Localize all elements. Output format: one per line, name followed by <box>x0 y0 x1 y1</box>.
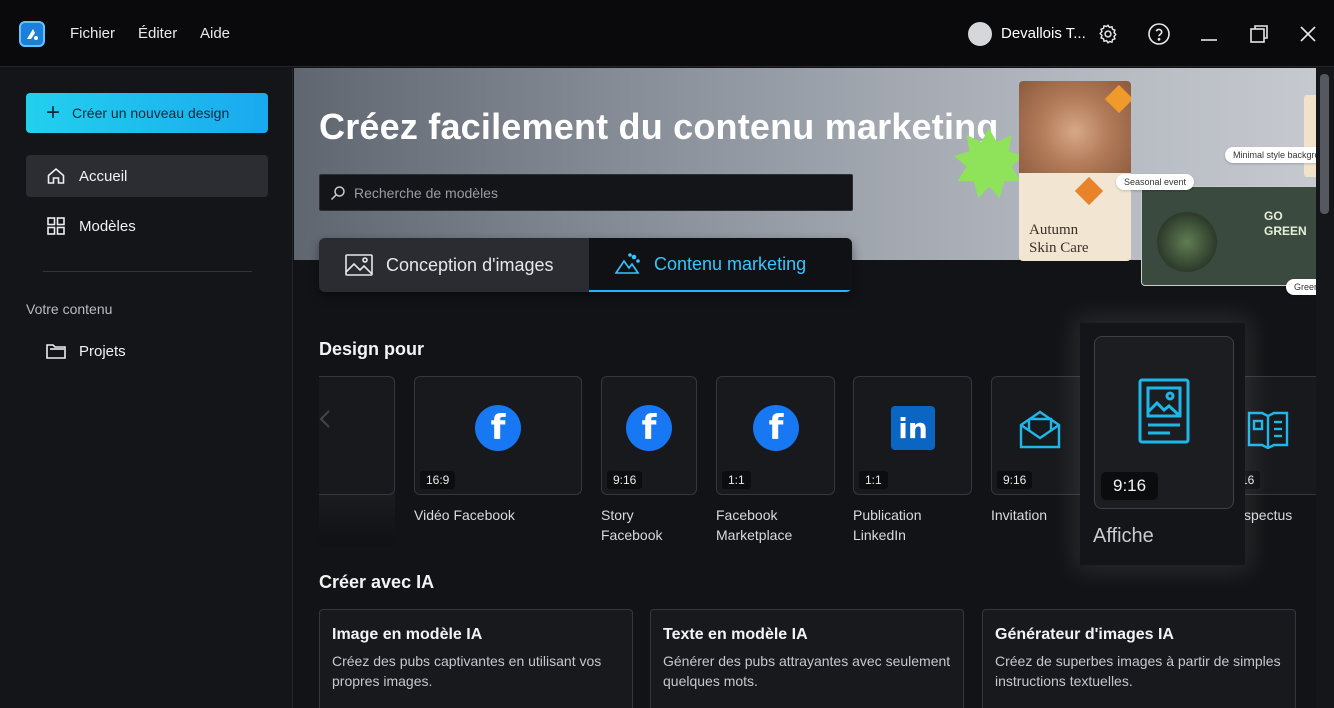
design-card-label: Story Facebook <box>601 507 663 543</box>
app-logo-icon[interactable] <box>19 21 45 47</box>
sidebar-item-label: Accueil <box>79 167 128 185</box>
ai-card-image-modele[interactable]: Image en modèle IA Créez des pubs captiv… <box>319 609 633 708</box>
tab-contenu-marketing[interactable]: Contenu marketing <box>589 238 852 292</box>
sidebar-item-label: Projets <box>79 342 126 360</box>
autumn-template-thumb: Autumn Skin Care <box>1019 81 1131 261</box>
plus-icon: + <box>46 99 61 126</box>
ratio-badge: 1:1 <box>722 471 751 489</box>
tab-label: Conception d'images <box>386 254 554 275</box>
autumn-text: Autumn Skin Care <box>1029 222 1089 256</box>
tab-label: Contenu marketing <box>654 253 807 274</box>
go-green-text: GO GREEN <box>1264 209 1307 238</box>
page-title: Créez facilement du contenu marketing <box>319 106 999 147</box>
facebook-icon: f <box>626 405 672 451</box>
section-title-creer-avec-ia: Créer avec IA <box>319 572 435 592</box>
tag-pill: Minimal style backgro <box>1225 147 1316 163</box>
avatar[interactable] <box>968 22 992 46</box>
minimize-icon[interactable] <box>1195 20 1223 48</box>
menu-fichier[interactable]: Fichier <box>70 25 115 42</box>
ai-card-title: Texte en modèle IA <box>663 626 808 643</box>
ratio-badge: 9:16 <box>1101 472 1159 500</box>
folder-icon <box>45 340 67 362</box>
brochure-icon <box>1246 409 1290 449</box>
design-card-label: Invitation <box>991 507 1048 523</box>
section-label-votre-contenu: Votre contenu <box>26 301 113 317</box>
grid-icon <box>45 215 67 237</box>
ratio-badge: 9:16 <box>997 471 1033 489</box>
search-box[interactable] <box>319 174 853 211</box>
design-card-partial[interactable] <box>319 376 395 495</box>
ratio-badge: 1:1 <box>859 471 888 489</box>
ai-card-generateur-images[interactable]: Générateur d'images IA Créez de superbes… <box>982 609 1296 708</box>
scrollbar[interactable] <box>1316 68 1334 708</box>
scrollbar-thumb[interactable] <box>1320 74 1329 214</box>
section-title-design-pour: Design pour <box>319 339 425 359</box>
content-tabs: Conception d'images Contenu marketing <box>319 238 852 292</box>
search-input[interactable] <box>354 184 834 201</box>
design-card-label: Facebook Marketplace <box>716 507 793 543</box>
template-thumb-edge <box>1304 95 1316 177</box>
design-card-affiche-highlight[interactable]: 9:16 Affiche <box>1080 323 1245 565</box>
linkedin-icon: in <box>891 406 935 450</box>
design-card-invitation[interactable]: 9:16 <box>991 376 1091 495</box>
image-icon <box>345 254 373 276</box>
title-bar: Fichier Éditer Aide Devallois T... <box>0 0 1334 67</box>
facebook-icon: f <box>753 405 799 451</box>
leaf-shape <box>1074 176 1104 206</box>
design-card-label: Publication LinkedIn <box>853 507 922 543</box>
home-icon <box>45 165 67 187</box>
sidebar-divider <box>43 271 252 272</box>
sidebar: + Créer un nouveau design Accueil Modèle… <box>0 68 293 708</box>
envelope-icon <box>1018 409 1062 449</box>
design-card-label: Affiche <box>1093 525 1154 547</box>
create-new-design-label: Créer un nouveau design <box>72 105 230 121</box>
create-new-design-button[interactable]: + Créer un nouveau design <box>26 93 268 133</box>
ratio-badge: 16:9 <box>420 471 456 489</box>
menu-aide[interactable]: Aide <box>200 25 230 42</box>
tag-pill: Seasonal event <box>1116 174 1195 190</box>
tab-conception-images[interactable]: Conception d'images <box>319 238 589 292</box>
go-green-template-thumb: GO GREEN <box>1141 186 1316 286</box>
design-card-facebook-marketplace[interactable]: f 1:1 <box>716 376 835 495</box>
design-card-label: spectus <box>1244 507 1293 523</box>
sidebar-item-modeles[interactable]: Modèles <box>26 205 268 247</box>
ai-card-title: Image en modèle IA <box>332 626 483 643</box>
search-icon <box>330 185 346 201</box>
gear-icon[interactable] <box>1094 20 1122 48</box>
design-card-publication-linkedin[interactable]: in 1:1 <box>853 376 972 495</box>
hero-banner: Créez facilement du contenu marketing Au… <box>294 68 1316 295</box>
ai-card-texte-modele[interactable]: Texte en modèle IA Générer des pubs attr… <box>650 609 964 708</box>
design-card-story-facebook[interactable]: f 9:16 <box>601 376 697 495</box>
help-icon[interactable] <box>1145 20 1173 48</box>
plant-image <box>1157 212 1217 272</box>
design-card-affiche[interactable]: 9:16 <box>1094 336 1234 509</box>
hero-collage-image: Autumn Skin Care GO GREEN Seasonal event… <box>954 78 1316 295</box>
ai-card-description: Générer des pubs attrayantes avec seulem… <box>663 653 951 689</box>
poster-icon <box>1137 377 1191 450</box>
design-card-video-facebook[interactable]: f 16:9 <box>414 376 582 495</box>
ai-card-description: Créez des pubs captivantes en utilisant … <box>332 653 602 689</box>
user-name[interactable]: Devallois T... <box>1001 25 1086 42</box>
sidebar-item-accueil[interactable]: Accueil <box>26 155 268 197</box>
marketing-icon <box>615 253 641 275</box>
tag-pill: Green, fr <box>1286 279 1316 295</box>
facebook-icon: f <box>475 405 521 451</box>
ai-card-title: Générateur d'images IA <box>995 626 1174 643</box>
ai-card-description: Créez de superbes images à partir de sim… <box>995 653 1281 689</box>
design-card-label: Vidéo Facebook <box>414 507 515 523</box>
menu-editer[interactable]: Éditer <box>138 25 177 42</box>
restore-icon[interactable] <box>1245 20 1273 48</box>
main-content: Créez facilement du contenu marketing Au… <box>294 68 1316 708</box>
ratio-badge: 9:16 <box>607 471 643 489</box>
sidebar-item-label: Modèles <box>79 217 136 235</box>
sidebar-item-projets[interactable]: Projets <box>26 330 268 372</box>
close-icon[interactable] <box>1294 20 1322 48</box>
